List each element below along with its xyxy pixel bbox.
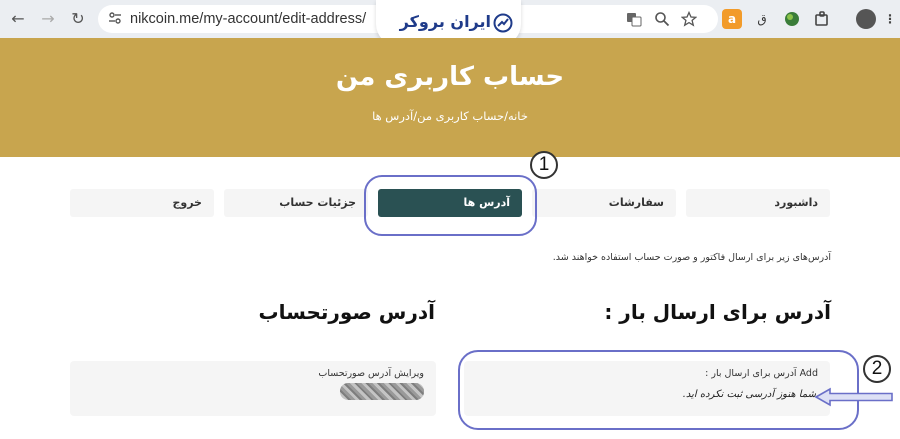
profile-avatar-icon[interactable]: [856, 9, 876, 29]
extension-amazon-icon[interactable]: a: [722, 9, 742, 29]
tab-logout[interactable]: خروج: [70, 189, 214, 217]
extensions-puzzle-icon[interactable]: [812, 9, 832, 29]
tab-dashboard[interactable]: داشبورد: [686, 189, 830, 217]
site-settings-icon[interactable]: [108, 11, 122, 25]
menu-dots-icon[interactable]: ⋮: [880, 9, 900, 29]
tab-orders[interactable]: سفارشات: [532, 189, 676, 217]
reload-icon[interactable]: ↻: [68, 9, 88, 29]
billing-address-title: آدرس صورتحساب: [258, 300, 435, 324]
tab-label: داشبورد: [774, 196, 818, 209]
tab-account-details[interactable]: جزئیات حساب: [224, 189, 368, 217]
highlight-oval-tab: [364, 175, 537, 236]
chart-trend-icon: [493, 13, 513, 33]
annotation-number-1: 1: [530, 151, 558, 179]
logo-text: ایران بروکر: [399, 12, 491, 31]
page-title: حساب کاربری من: [335, 62, 565, 92]
page-hero: حساب کاربری من خانه/حساب کاربری من/آدرس …: [0, 38, 900, 157]
shipping-address-title: آدرس برای ارسال بار :: [604, 300, 831, 324]
edit-billing-address-link[interactable]: ویرایش آدرس صورتحساب: [318, 368, 424, 379]
tab-label: خروج: [172, 196, 202, 209]
breadcrumb[interactable]: خانه/حساب کاربری من/آدرس ها: [0, 109, 900, 123]
extension-script-icon[interactable]: ق: [752, 9, 772, 29]
annotation-arrow-icon: [814, 387, 893, 407]
highlight-oval-card: [458, 350, 859, 430]
back-icon[interactable]: ←: [8, 9, 28, 29]
annotation-number-2: 2: [863, 355, 891, 383]
address-notice: آدرس‌های زیر برای ارسال فاکتور و صورت حس…: [552, 252, 831, 263]
url-text[interactable]: nikcoin.me/my-account/edit-address/: [130, 11, 366, 27]
tab-label: جزئیات حساب: [279, 196, 356, 209]
billing-address-card: ویرایش آدرس صورتحساب: [70, 361, 436, 416]
blurred-address: [340, 383, 424, 400]
bookmark-star-icon[interactable]: [680, 10, 698, 27]
translate-icon[interactable]: [626, 11, 642, 27]
forward-icon[interactable]: →: [38, 9, 58, 29]
tab-label: سفارشات: [608, 196, 664, 209]
extension-globe-icon[interactable]: [782, 9, 802, 29]
zoom-icon[interactable]: [654, 11, 670, 27]
